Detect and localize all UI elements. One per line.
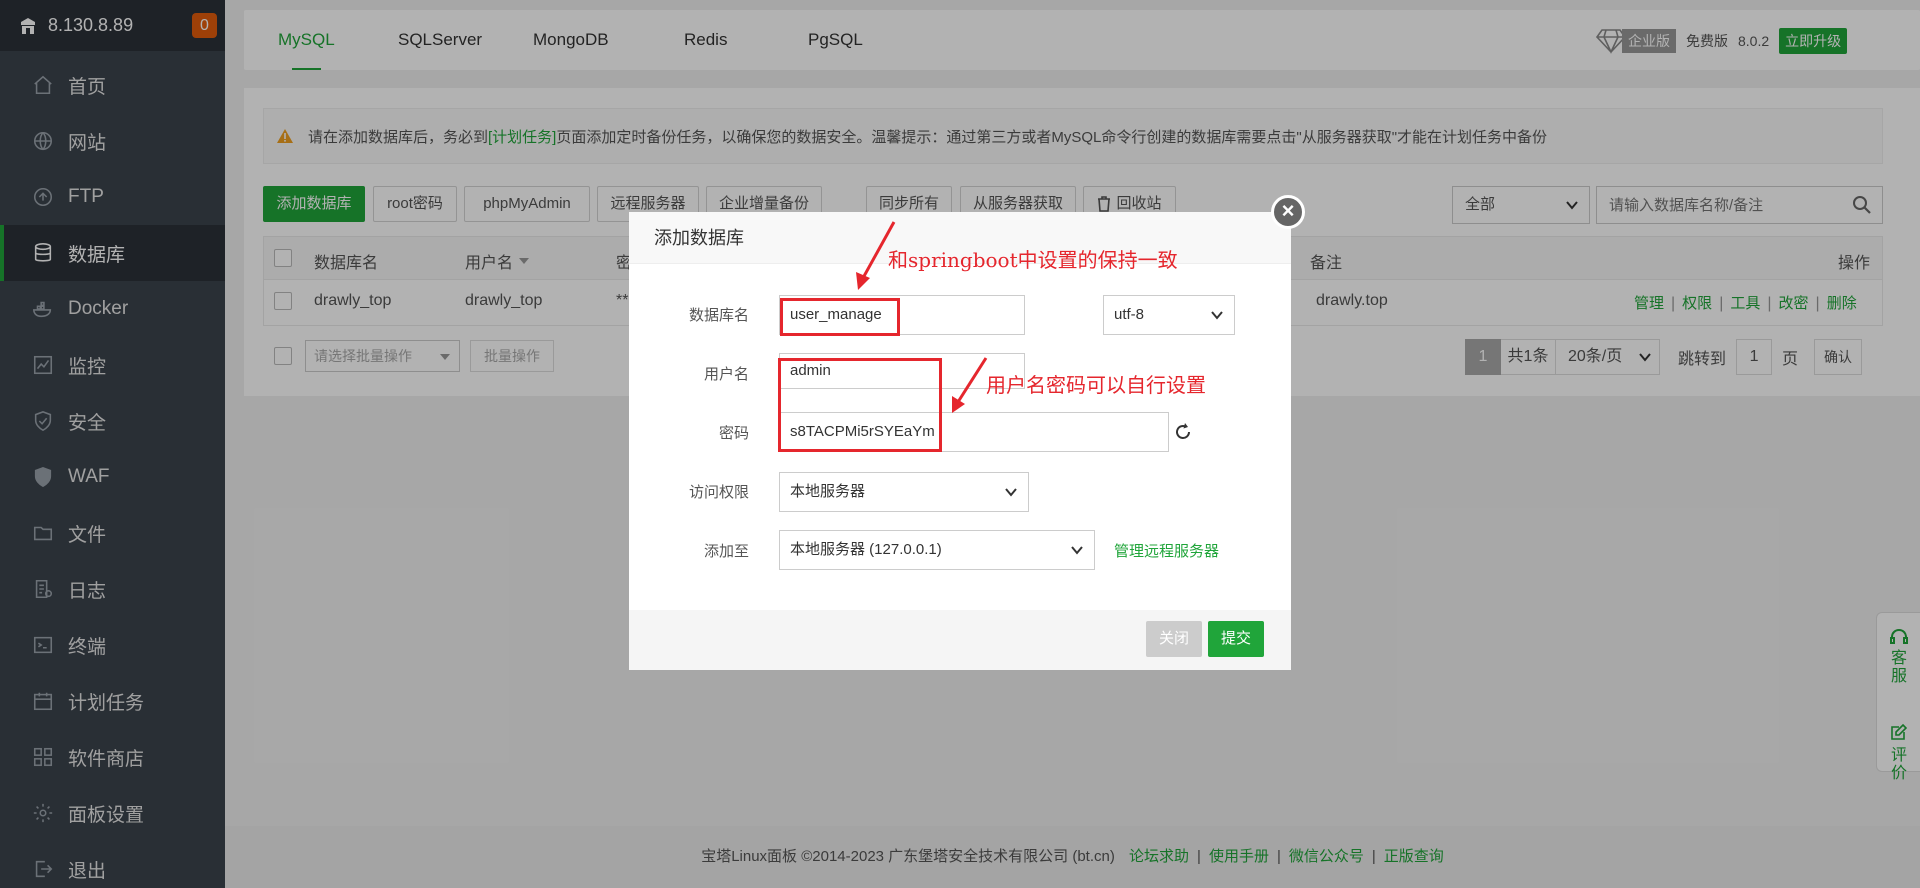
manage-remote-link[interactable]: 管理远程服务器 xyxy=(1114,540,1219,561)
db-name-label: 数据库名 xyxy=(688,307,749,324)
close-button[interactable]: 关闭 xyxy=(1146,621,1202,657)
access-select[interactable]: 本地服务器 xyxy=(779,472,1029,512)
password-label: 密码 xyxy=(718,425,749,442)
arrow-icon xyxy=(952,357,988,413)
chevron-down-icon xyxy=(1005,488,1017,497)
annotation-note2: 用户名密码可以自行设置 xyxy=(986,373,1206,397)
refresh-icon[interactable] xyxy=(1173,422,1193,442)
access-label: 访问权限 xyxy=(688,484,749,501)
add-to-label: 添加至 xyxy=(703,543,749,560)
annotation-note1: 和springboot中设置的保持一致 xyxy=(888,248,1178,272)
access-value: 本地服务器 xyxy=(790,483,866,500)
chevron-down-icon xyxy=(1071,546,1083,555)
add-to-select[interactable]: 本地服务器 (127.0.0.1) xyxy=(779,530,1095,570)
add-database-dialog: 添加数据库 数据库名 user_manage utf-8 用户名 admin 密… xyxy=(629,212,1291,670)
username-label: 用户名 xyxy=(703,366,749,383)
charset-select[interactable]: utf-8 xyxy=(1103,295,1235,335)
submit-button[interactable]: 提交 xyxy=(1208,621,1264,657)
charset-value: utf-8 xyxy=(1114,306,1145,323)
chevron-down-icon xyxy=(1211,311,1223,320)
password-input[interactable]: s8TACPMi5rSYEaYm xyxy=(779,412,1169,452)
add-to-value: 本地服务器 (127.0.0.1) xyxy=(790,541,942,558)
db-name-input[interactable]: user_manage xyxy=(779,295,1025,335)
close-icon[interactable]: × xyxy=(1271,195,1305,229)
